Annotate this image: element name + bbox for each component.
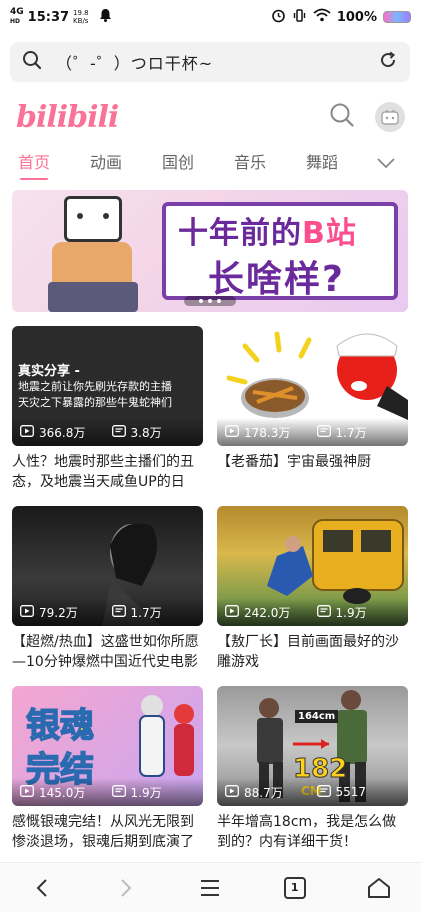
danmaku-count: 1.9万 [130,785,162,800]
avatar[interactable] [375,102,405,132]
video-thumbnail[interactable]: 79.2万 1.7万 [12,506,203,626]
battery-icon [383,11,411,23]
video-title[interactable]: 人性？地震时那些主播们的丑态，及地震当天咸鱼UP的日 [12,452,203,492]
vibrate-icon [292,8,307,27]
promo-banner[interactable]: 十年前的B站 长啥样? [12,190,408,312]
thumbnail-caption-line: 天灾之下暴露的那些牛鬼蛇神们 [18,396,172,409]
tab-music[interactable]: 音乐 [234,146,306,182]
network-indicator: 4G HD [10,8,24,26]
network-label: 4G [10,7,24,17]
video-card[interactable]: 164cm 182 CM 88.7万 5517 半年增高18cm，我是怎么做到的… [217,686,408,852]
chevron-down-icon[interactable] [377,154,395,173]
video-stats: 145.0万 1.9万 [12,778,203,806]
network-speed: 19.8 KB/s [73,9,89,25]
battery-percent: 100% [336,9,377,25]
video-card[interactable]: 178.3万 1.7万 【老番茄】宇宙最强神厨 [217,326,408,492]
search-icon [22,50,42,74]
danmaku-icon [316,424,331,440]
video-card[interactable]: 真实分享 - 地震之前让你先刷光存款的主播 天灾之下暴露的那些牛鬼蛇神们 366… [12,326,203,492]
thumbnail-caption-line: 地震之前让你先刷光存款的主播 [18,380,172,393]
danmaku-count: 1.7万 [130,605,162,620]
wifi-icon [313,8,331,26]
video-title[interactable]: 感慨银魂完结！从风光无限到惨淡退场，银魂后期到底演了 [12,812,203,852]
browser-bottom-nav: 1 [0,862,421,912]
play-icon [225,424,239,440]
view-count: 242.0万 [244,605,291,620]
danmaku-count: 1.7万 [335,425,367,440]
video-stats: 88.7万 5517 [217,778,408,806]
carousel-indicator[interactable] [184,296,236,306]
mascot-skirt [48,282,138,312]
clock: 15:37 [27,9,70,25]
height-label-before: 164cm [295,710,339,723]
danmaku-icon [316,784,331,800]
video-stats: 79.2万 1.7万 [12,598,203,626]
play-icon [20,424,34,440]
notification-bell-icon [99,8,112,26]
danmaku-icon [111,784,126,800]
play-icon [225,604,239,620]
view-count: 145.0万 [39,785,86,800]
tabs-button[interactable]: 1 [273,866,317,910]
video-title[interactable]: 【敖厂长】目前画面最好的沙雕游戏 [217,632,408,672]
banner-title-line2: 长啥样? [208,259,345,300]
site-search-icon[interactable] [329,102,355,132]
danmaku-icon [111,604,126,620]
video-card[interactable]: 银魂 完结 145.0万 1.9万 感慨银魂完结！从风光无限到惨淡退场，银魂后期… [12,686,203,852]
video-title[interactable]: 【超燃/热血】这盛世如你所愿—10分钟爆燃中国近代史电影 [12,632,203,672]
network-sub-label: HD [10,18,21,25]
status-bar: 4G HD 15:37 19.8 KB/s 100% [0,0,421,34]
danmaku-count: 1.9万 [335,605,367,620]
tab-count: 1 [283,876,306,899]
tab-dance[interactable]: 舞蹈 [306,146,378,182]
address-bar[interactable]: （゜-゜）つロ干杯~ [10,42,410,82]
view-count: 88.7万 [244,785,283,800]
play-icon [225,784,239,800]
play-icon [20,604,34,620]
view-count: 366.8万 [39,425,86,440]
danmaku-icon [316,604,331,620]
video-thumbnail[interactable]: 242.0万 1.9万 [217,506,408,626]
video-stats: 242.0万 1.9万 [217,598,408,626]
site-header: bilibili [0,94,421,140]
video-stats: 366.8万 3.8万 [12,418,203,446]
address-input[interactable]: （゜-゜）つロ干杯~ [56,50,378,74]
danmaku-count: 5517 [335,785,367,799]
video-stats: 178.3万 1.7万 [217,418,408,446]
tab-guochuang[interactable]: 国创 [162,146,234,182]
category-tabs: 首页 动画 国创 音乐 舞蹈 [0,146,421,182]
tab-home[interactable]: 首页 [18,146,90,182]
alarm-icon [271,8,286,27]
video-thumbnail[interactable]: 真实分享 - 地震之前让你先刷光存款的主播 天灾之下暴露的那些牛鬼蛇神们 366… [12,326,203,446]
play-icon [20,784,34,800]
video-title[interactable]: 【老番茄】宇宙最强神厨 [217,452,408,492]
home-icon[interactable] [357,866,401,910]
tab-anime[interactable]: 动画 [90,146,162,182]
forward-icon[interactable] [104,866,148,910]
tv-mascot-head [64,196,122,242]
video-thumbnail[interactable]: 银魂 完结 145.0万 1.9万 [12,686,203,806]
refresh-icon[interactable] [378,50,398,74]
danmaku-icon [111,424,126,440]
video-title[interactable]: 半年增高18cm，我是怎么做到的？内有详细干货！ [217,812,408,852]
view-count: 79.2万 [39,605,78,620]
video-card[interactable]: 242.0万 1.9万 【敖厂长】目前画面最好的沙雕游戏 [217,506,408,672]
danmaku-count: 3.8万 [130,425,162,440]
video-card[interactable]: 79.2万 1.7万 【超燃/热血】这盛世如你所愿—10分钟爆燃中国近代史电影 [12,506,203,672]
view-count: 178.3万 [244,425,291,440]
menu-icon[interactable] [188,866,232,910]
thumbnail-caption-title: 真实分享 - [18,364,80,379]
banner-title-line1: 十年前的B站 [178,216,357,251]
video-thumbnail[interactable]: 164cm 182 CM 88.7万 5517 [217,686,408,806]
video-thumbnail[interactable]: 178.3万 1.7万 [217,326,408,446]
back-icon[interactable] [20,866,64,910]
bilibili-logo[interactable]: bilibili [16,100,119,135]
